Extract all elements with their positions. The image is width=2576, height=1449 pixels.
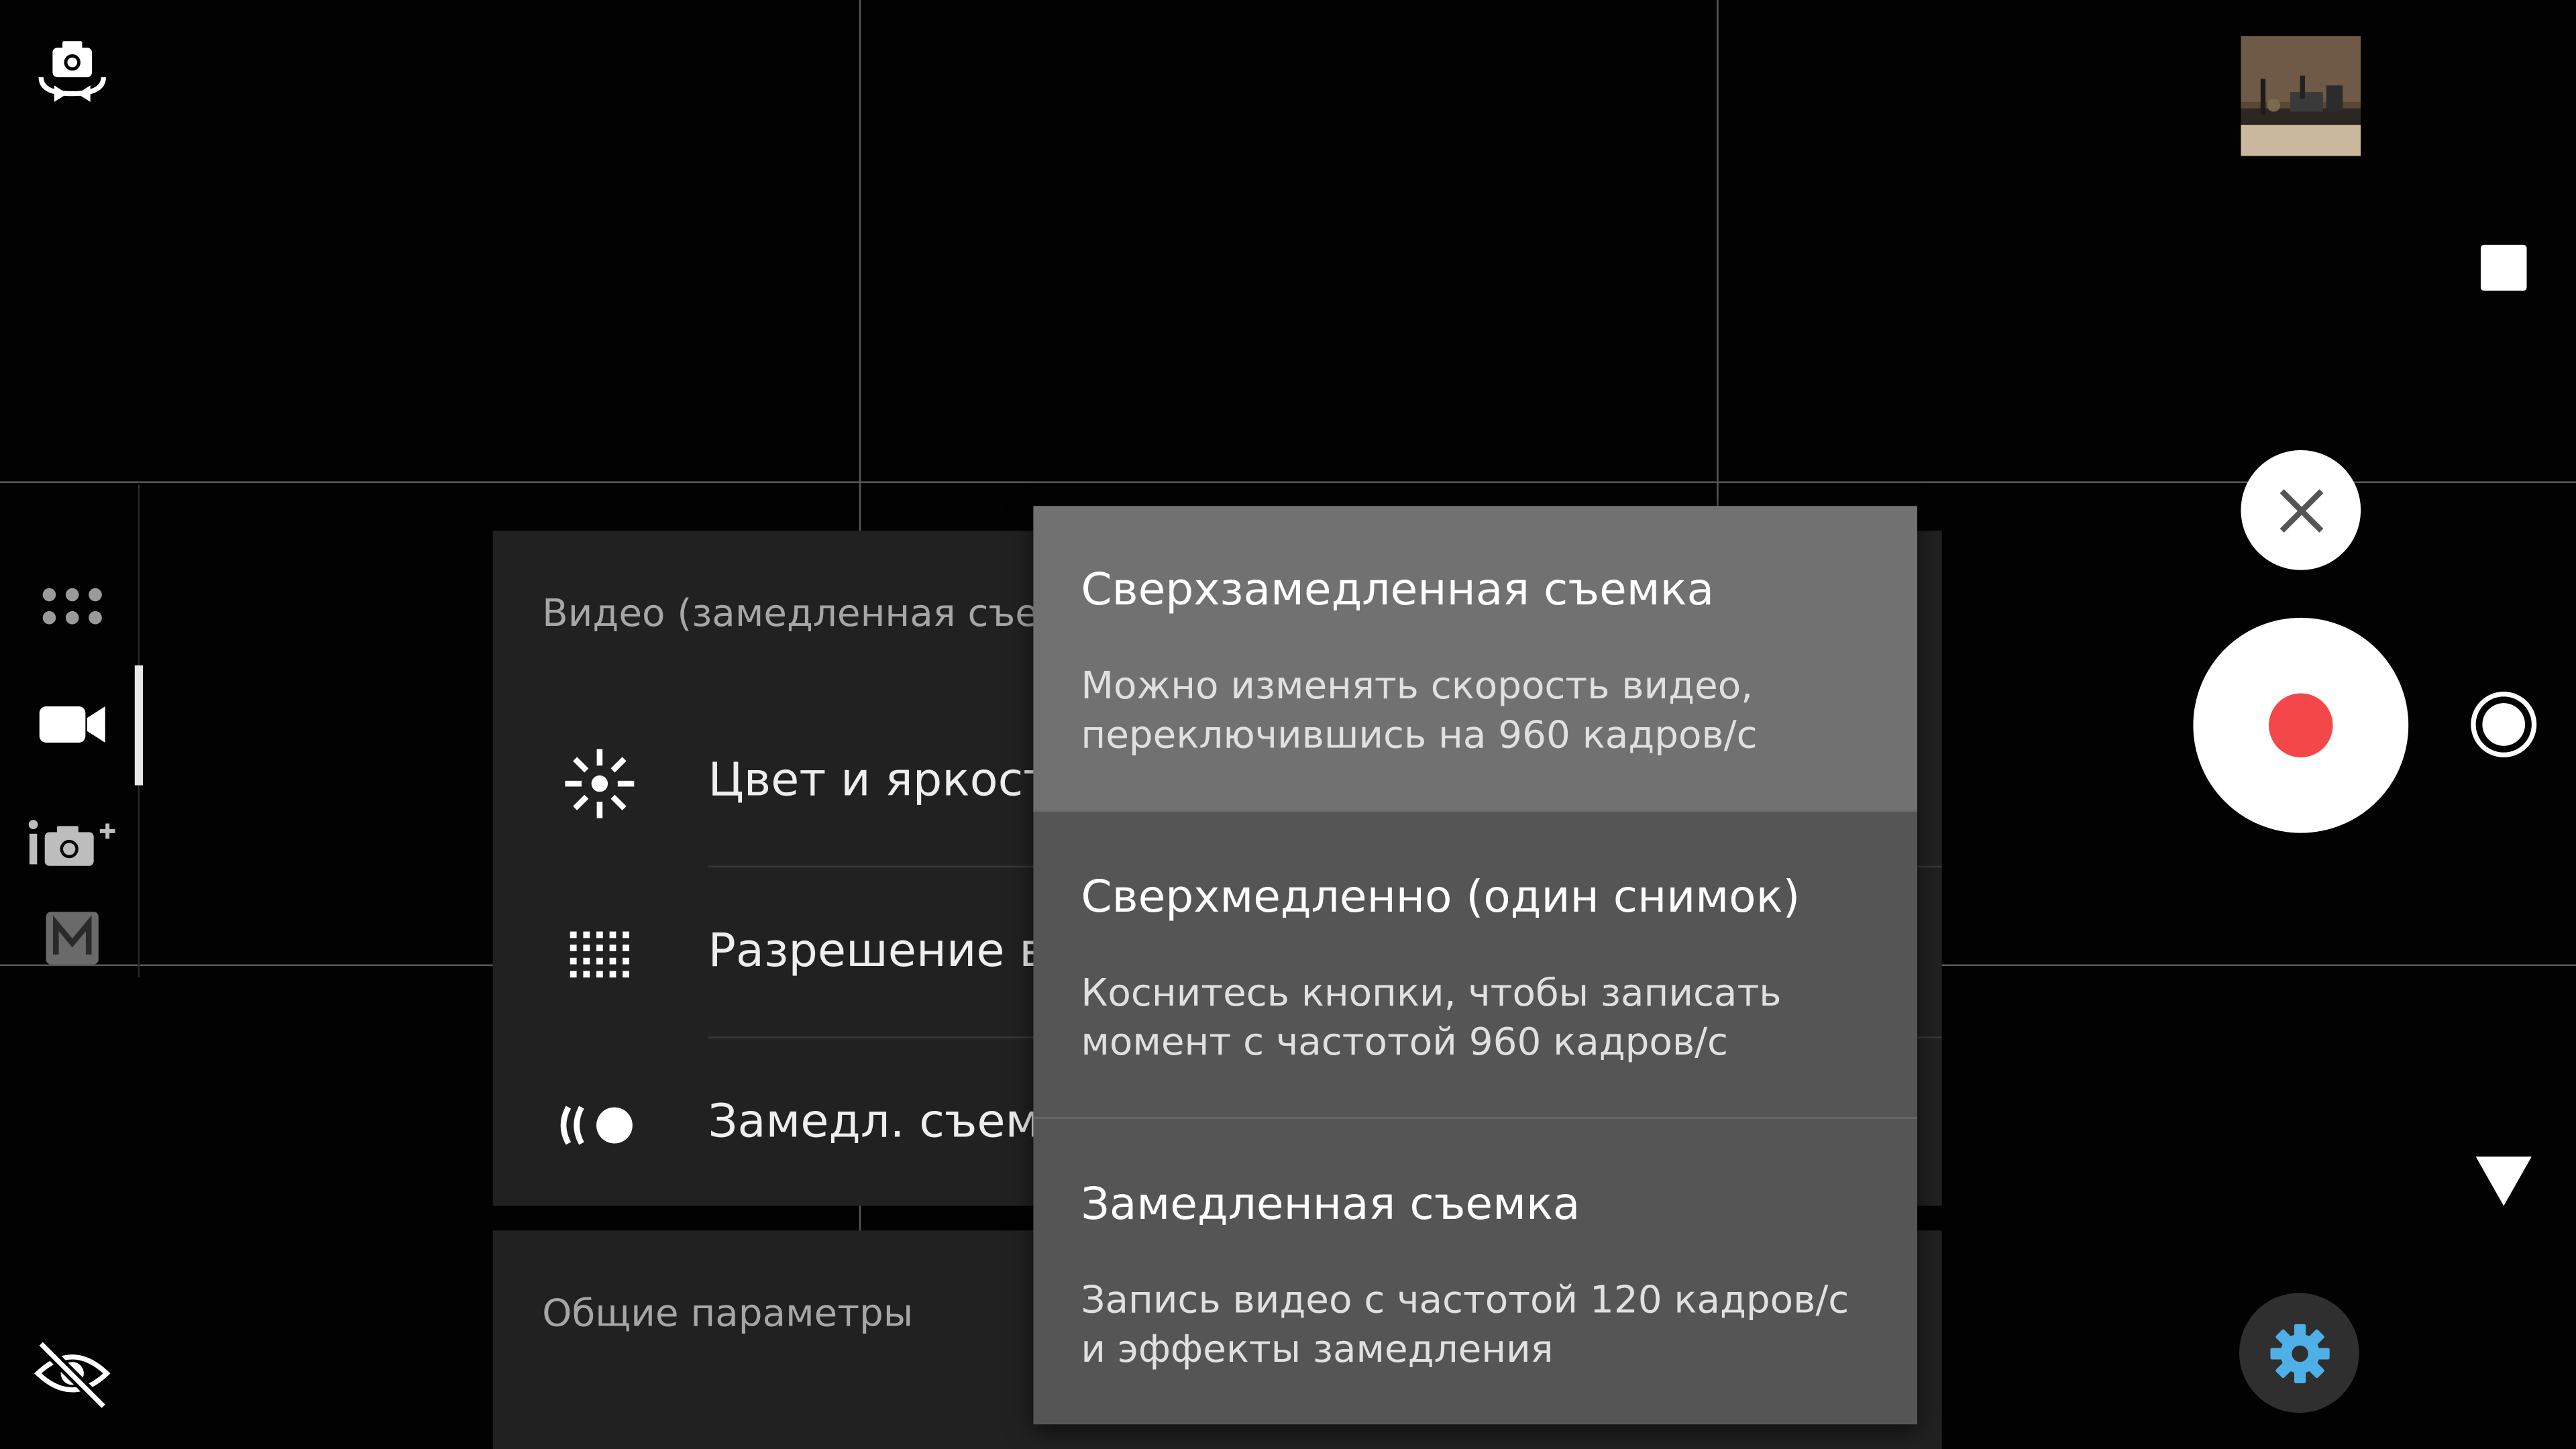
option-description: Коснитесь кнопки, чтобы записать момент … bbox=[1081, 969, 1781, 1068]
close-icon bbox=[2279, 488, 2323, 532]
shutter-mode-dot bbox=[2482, 703, 2526, 746]
option-title: Замедленная съемка bbox=[1081, 1179, 1580, 1231]
option-divider bbox=[1033, 810, 1917, 812]
gallery-thumbnail[interactable] bbox=[2241, 36, 2361, 156]
video-camera-icon[interactable] bbox=[28, 695, 117, 754]
settings-gear-icon bbox=[2269, 1323, 2329, 1383]
camera-viewfinder: Видео (замедленная съемка) Цвет и яркост… bbox=[0, 0, 2576, 1449]
settings-row-label: Цвет и яркость bbox=[708, 752, 1077, 807]
flash-off-icon[interactable] bbox=[28, 1334, 117, 1416]
option-description-line: переключившись на 960 кадров/с bbox=[1081, 714, 1758, 757]
switch-camera-icon[interactable] bbox=[28, 30, 117, 111]
stop-icon[interactable] bbox=[2480, 244, 2527, 291]
settings-button[interactable] bbox=[2239, 1293, 2359, 1413]
slow-motion-dropdown: Сверхзамедленная съемка Можно изменять с… bbox=[1033, 506, 1917, 1426]
grid-line-horizontal-1 bbox=[0, 481, 2576, 484]
option-title: Сверхзамедленная съемка bbox=[1081, 565, 1715, 616]
option-description-line: Можно изменять скорость видео, bbox=[1081, 665, 1754, 708]
option-super-slow-motion[interactable]: Сверхзамедленная съемка Можно изменять с… bbox=[1033, 506, 1917, 812]
record-button[interactable] bbox=[2193, 617, 2409, 833]
option-description: Можно изменять скорость видео, переключи… bbox=[1081, 662, 1757, 761]
option-divider bbox=[1033, 1117, 1917, 1119]
option-description-line: момент с частотой 960 кадров/с bbox=[1081, 1022, 1729, 1065]
photo-plus-icon[interactable] bbox=[28, 812, 117, 877]
general-section-title: Общие параметры bbox=[542, 1293, 914, 1336]
option-slow-motion[interactable]: Замедленная съемка Запись видео с частот… bbox=[1033, 1120, 1917, 1426]
option-super-slow-single[interactable]: Сверхмедленно (один снимок) Коснитесь кн… bbox=[1033, 813, 1917, 1119]
option-description-line: и эффекты замедления bbox=[1081, 1329, 1554, 1372]
shutter-mode-icon[interactable] bbox=[2471, 692, 2537, 757]
brightness-icon bbox=[559, 743, 641, 824]
manual-mode-icon[interactable] bbox=[28, 908, 117, 967]
option-description-line: Коснитесь кнопки, чтобы записать bbox=[1081, 972, 1782, 1016]
option-description-line: Запись видео с частотой 120 кадров/с bbox=[1081, 1279, 1849, 1323]
record-dot-icon bbox=[2269, 693, 2333, 757]
dropdown-arrow-icon[interactable] bbox=[2474, 1155, 2533, 1208]
option-title: Сверхмедленно (один снимок) bbox=[1081, 872, 1801, 924]
close-button[interactable] bbox=[2241, 450, 2361, 570]
active-mode-indicator bbox=[134, 665, 144, 786]
slow-motion-icon bbox=[559, 1084, 641, 1166]
option-description: Запись видео с частотой 120 кадров/с и э… bbox=[1081, 1277, 1849, 1375]
apps-grid-icon[interactable] bbox=[28, 578, 117, 634]
resolution-grid-icon bbox=[559, 914, 641, 996]
